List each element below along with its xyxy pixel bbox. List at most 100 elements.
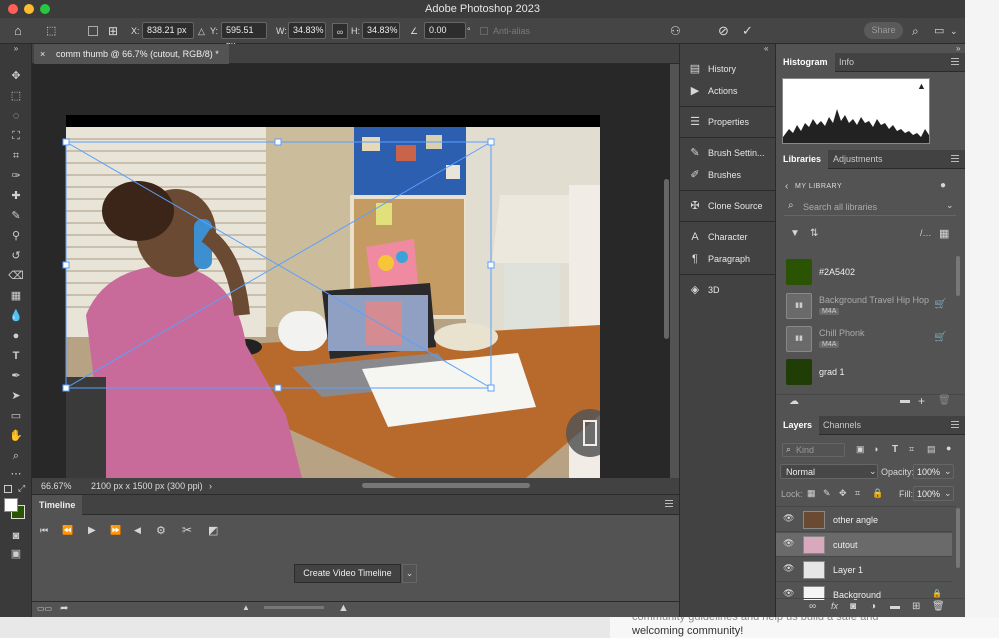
zoom-in-mountain-icon[interactable]: ▲ bbox=[338, 602, 349, 614]
panels-collapse-icon[interactable]: » bbox=[956, 44, 960, 53]
new-adjustment-layer-icon[interactable]: ◑ bbox=[870, 601, 876, 612]
new-folder-icon[interactable]: ▬ bbox=[900, 395, 910, 406]
document-tab[interactable]: × comm thumb @ 66.7% (cutout, RGB/8) * bbox=[34, 44, 229, 64]
crop-tool-icon[interactable]: ⌗ bbox=[7, 148, 25, 164]
cart-icon[interactable]: 🛒 bbox=[934, 332, 946, 343]
status-chevron-icon[interactable]: › bbox=[209, 478, 212, 494]
lock-position-icon[interactable]: ✥ bbox=[839, 488, 847, 499]
collapsed-panel-actions[interactable]: ▶ Actions bbox=[680, 81, 775, 101]
canvas-area[interactable] bbox=[32, 64, 670, 478]
grid-view-icon[interactable]: ▦ bbox=[939, 227, 949, 240]
timeline-tab[interactable]: Timeline bbox=[32, 495, 83, 515]
clone-stamp-tool-icon[interactable]: ⚲ bbox=[7, 228, 25, 244]
filter-smart-object-icon[interactable]: ▤ bbox=[927, 444, 936, 455]
layers-menu-icon[interactable] bbox=[951, 421, 959, 428]
more-tools-icon[interactable]: ⋯ bbox=[7, 466, 25, 482]
timeline-menu-icon[interactable] bbox=[665, 500, 673, 507]
cloud-icon[interactable]: ☁ bbox=[789, 396, 799, 407]
tab-info[interactable]: Info bbox=[832, 53, 861, 72]
zoom-tool-icon[interactable]: ⌕ bbox=[7, 448, 25, 464]
width-input[interactable]: 34.83% bbox=[288, 22, 326, 39]
visibility-eye-icon[interactable]: 👁 bbox=[783, 563, 794, 574]
brush-tool-icon[interactable]: ✎ bbox=[7, 208, 25, 224]
lock-image-icon[interactable]: ✎ bbox=[823, 488, 831, 499]
layer-style-icon[interactable]: fx bbox=[831, 601, 838, 611]
layer-row[interactable]: 👁 Layer 1 bbox=[776, 558, 952, 582]
cancel-transform-icon[interactable]: ⊘ bbox=[718, 23, 729, 39]
pen-tool-icon[interactable]: ✒ bbox=[7, 368, 25, 384]
link-layers-icon[interactable]: ∞ bbox=[809, 601, 816, 612]
minimize-window-button[interactable] bbox=[24, 4, 34, 14]
lock-artboard-icon[interactable]: ⌗ bbox=[855, 488, 860, 499]
filter-toggle-icon[interactable]: ● bbox=[946, 443, 951, 453]
x-position-input[interactable]: 838.21 px bbox=[142, 22, 194, 39]
layer-row[interactable]: 👁 cutout bbox=[776, 533, 952, 557]
gradient-tool-icon[interactable]: ▦ bbox=[7, 288, 25, 304]
previous-frame-icon[interactable]: ⏪ bbox=[62, 525, 73, 536]
filter-type-icon[interactable]: T bbox=[892, 444, 898, 455]
timeline-zoom-slider[interactable] bbox=[264, 606, 324, 609]
libraries-scrollbar[interactable] bbox=[956, 256, 960, 296]
opacity-input[interactable]: 100% ⌄ bbox=[913, 464, 954, 479]
eyedropper-tool-icon[interactable]: ✑ bbox=[7, 168, 25, 184]
type-tool-icon[interactable]: T bbox=[7, 348, 25, 364]
back-chevron-icon[interactable]: ‹ bbox=[785, 181, 788, 192]
zoom-level[interactable]: 66.67% bbox=[41, 478, 72, 494]
new-group-icon[interactable]: ▬ bbox=[890, 601, 900, 612]
frame-animation-icon[interactable]: ▭▭ bbox=[37, 604, 52, 613]
tab-libraries[interactable]: Libraries bbox=[776, 150, 829, 169]
collapse-toolbar-icon[interactable]: » bbox=[7, 44, 25, 54]
move-tool-icon[interactable]: ✥ bbox=[7, 68, 25, 84]
library-item[interactable]: grad 1 bbox=[784, 358, 954, 388]
collapsed-panel-clone-source[interactable]: ✠ Clone Source bbox=[680, 196, 775, 216]
collapsed-panel-brush-settin[interactable]: ✎ Brush Settin... bbox=[680, 143, 775, 163]
hand-tool-icon[interactable]: ✋ bbox=[7, 428, 25, 444]
warp-icon[interactable]: ⚇ bbox=[670, 23, 681, 39]
transition-icon[interactable]: ◩ bbox=[208, 524, 218, 537]
collapsed-panel-history[interactable]: ▤ History bbox=[680, 59, 775, 79]
filter-adjustment-icon[interactable]: ◑ bbox=[873, 444, 878, 454]
first-frame-icon[interactable]: ⏮ bbox=[40, 525, 48, 536]
lock-all-icon[interactable]: 🔒 bbox=[872, 488, 883, 499]
share-button[interactable]: Share bbox=[864, 22, 903, 39]
link-icon[interactable]: ∞ bbox=[332, 23, 348, 39]
history-brush-tool-icon[interactable]: ↺ bbox=[7, 248, 25, 264]
transform-tool-icon[interactable]: ⬚ bbox=[46, 23, 56, 39]
new-layer-icon[interactable]: ⊞ bbox=[912, 601, 920, 612]
transform-bounding-box[interactable] bbox=[32, 64, 670, 478]
swap-colors-icon[interactable]: ⤢ bbox=[18, 483, 25, 494]
tab-channels[interactable]: Channels bbox=[816, 416, 868, 435]
warning-icon[interactable]: ▲ bbox=[917, 81, 926, 91]
workspace-chevron-icon[interactable]: ⌄ bbox=[950, 23, 958, 39]
delete-layer-icon[interactable]: 🗑 bbox=[932, 601, 945, 612]
split-icon[interactable]: ✂ bbox=[182, 523, 192, 537]
library-item[interactable]: ▮▮ Background Travel Hip Hop M4A 🛒 bbox=[784, 292, 954, 322]
histogram-menu-icon[interactable] bbox=[951, 58, 959, 65]
layer-lock-icon[interactable]: 🔒 bbox=[932, 589, 942, 598]
lasso-tool-icon[interactable]: ◌ bbox=[7, 108, 25, 124]
search-icon[interactable]: ⌕ bbox=[912, 23, 919, 39]
collapsed-panel-paragraph[interactable]: ¶ Paragraph bbox=[680, 249, 775, 269]
create-video-timeline-button[interactable]: Create Video Timeline bbox=[294, 564, 401, 583]
close-window-button[interactable] bbox=[8, 4, 18, 14]
horizontal-scrollbar[interactable] bbox=[362, 483, 530, 488]
convert-icon[interactable]: ➦ bbox=[60, 603, 68, 614]
blur-tool-icon[interactable]: 💧 bbox=[7, 308, 25, 324]
close-tab-icon[interactable]: × bbox=[40, 44, 45, 64]
add-mask-icon[interactable]: ◙ bbox=[850, 601, 856, 612]
tab-histogram[interactable]: Histogram bbox=[776, 53, 835, 72]
commit-transform-icon[interactable]: ✓ bbox=[742, 23, 753, 39]
marquee-tool-icon[interactable]: ⬚ bbox=[7, 88, 25, 104]
reference-point-grid-icon[interactable]: ⊞ bbox=[108, 23, 118, 39]
visibility-eye-icon[interactable]: 👁 bbox=[783, 513, 794, 524]
path-selection-tool-icon[interactable]: ➤ bbox=[7, 388, 25, 404]
zoom-window-button[interactable] bbox=[40, 4, 50, 14]
eraser-tool-icon[interactable]: ⌫ bbox=[7, 268, 25, 284]
foreground-color-swatch[interactable] bbox=[4, 498, 18, 512]
layer-filter-field[interactable]: ⌕ Kind bbox=[782, 443, 845, 457]
search-dropdown-icon[interactable]: ⌄ bbox=[946, 200, 954, 211]
settings-icon[interactable]: ⚙ bbox=[156, 524, 166, 537]
library-search-field[interactable]: ⌕ Search all libraries ⌄ bbox=[784, 198, 956, 216]
lock-transparent-icon[interactable]: ▦ bbox=[807, 488, 816, 499]
fill-input[interactable]: 100% ⌄ bbox=[913, 486, 954, 501]
